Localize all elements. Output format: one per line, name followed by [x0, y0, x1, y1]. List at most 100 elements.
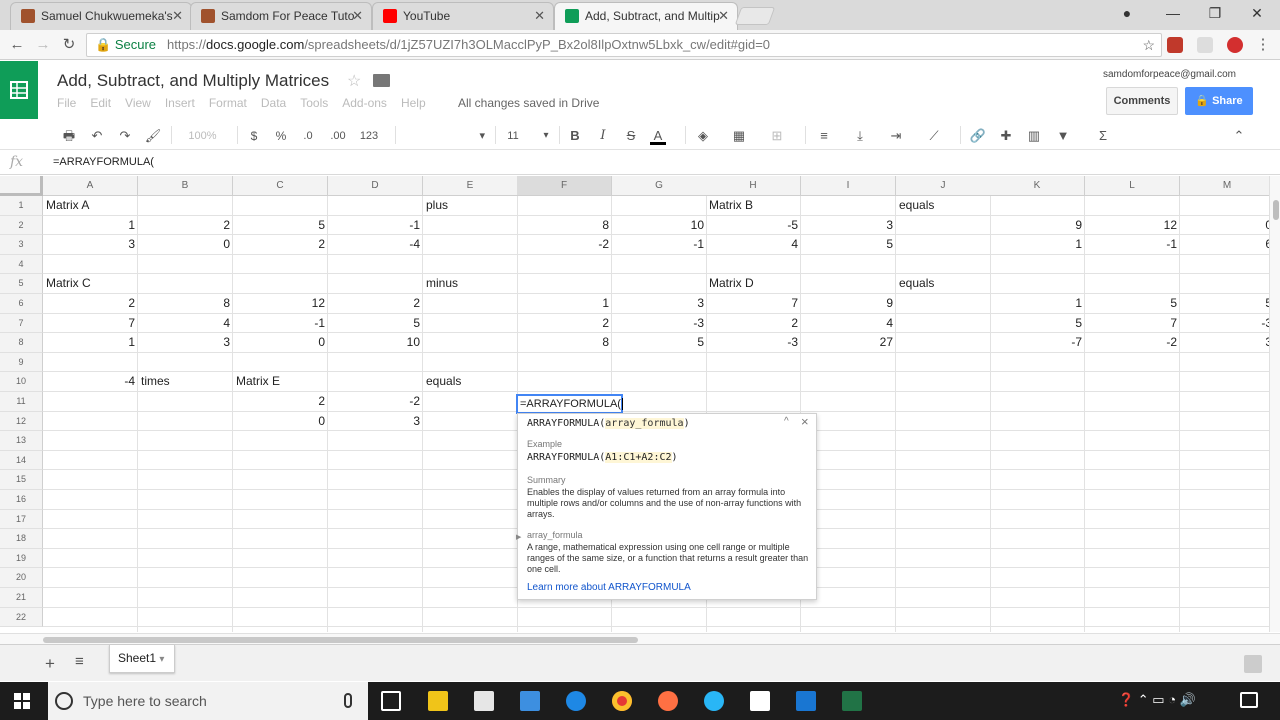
cell-c8[interactable]: 0	[233, 333, 328, 353]
horizontal-align-icon[interactable]: ≡	[815, 127, 833, 145]
column-header-k[interactable]: K	[990, 176, 1085, 196]
menu-tools[interactable]: Tools	[300, 96, 328, 110]
filter-icon[interactable]: ▼	[1054, 127, 1072, 145]
vertical-scrollbar[interactable]	[1269, 176, 1280, 632]
tab-close-icon[interactable]: ✕	[718, 3, 729, 29]
menu-data[interactable]: Data	[261, 96, 286, 110]
chrome-icon[interactable]	[612, 691, 632, 711]
cell-g2[interactable]: 10	[612, 216, 707, 236]
explore-icon[interactable]	[1244, 655, 1262, 673]
menu-file[interactable]: File	[57, 96, 76, 110]
cell-a1[interactable]: Matrix A	[43, 196, 138, 216]
strikethrough-button[interactable]: S	[623, 127, 639, 145]
extension-icon[interactable]	[1197, 37, 1213, 53]
cell-f7[interactable]: 2	[517, 314, 612, 334]
cell-b10[interactable]: times	[138, 372, 233, 392]
share-button[interactable]: 🔒 Share	[1185, 87, 1253, 115]
cell-a7[interactable]: 7	[43, 314, 138, 334]
close-window-button[interactable]: ✕	[1234, 0, 1280, 28]
cell-d11[interactable]: -2	[328, 392, 423, 412]
row-header-1[interactable]: 1	[0, 196, 43, 216]
column-header-c[interactable]: C	[233, 176, 328, 196]
cell-f2[interactable]: 8	[517, 216, 612, 236]
text-rotation-icon[interactable]: ⟋	[925, 127, 943, 145]
cell-l7[interactable]: 7	[1085, 314, 1180, 334]
browser-tab-2[interactable]: Samdom For Peace Tuto ✕	[190, 2, 372, 30]
row-header-7[interactable]: 7	[0, 313, 43, 334]
minimize-button[interactable]: —	[1150, 0, 1196, 28]
row-header-6[interactable]: 6	[0, 294, 43, 314]
menu-help[interactable]: Help	[401, 96, 426, 110]
cell-g7[interactable]: -3	[612, 314, 707, 334]
vertical-scroll-thumb[interactable]	[1273, 200, 1279, 220]
cell-c12[interactable]: 0	[233, 412, 328, 432]
star-icon[interactable]: ☆	[347, 71, 361, 91]
add-sheet-button[interactable]: +	[45, 654, 55, 674]
cell-d8[interactable]: 10	[328, 333, 423, 353]
font-family-select[interactable]: ▾	[405, 127, 485, 145]
edge-icon[interactable]	[566, 691, 586, 711]
row-header-14[interactable]: 14	[0, 450, 43, 471]
cell-h7[interactable]: 2	[706, 314, 801, 334]
cell-d3[interactable]: -4	[328, 235, 423, 255]
row-header-9[interactable]: 9	[0, 352, 43, 373]
sheet-tab-sheet1[interactable]: Sheet1 ▾	[109, 645, 175, 673]
cell-e5[interactable]: minus	[423, 274, 518, 294]
vertical-align-icon[interactable]: ⤓	[851, 127, 869, 145]
row-header-12[interactable]: 12	[0, 411, 43, 432]
cell-i6[interactable]: 9	[801, 294, 896, 314]
bookmark-star-icon[interactable]: ☆	[1142, 34, 1155, 56]
collapse-help-icon[interactable]: ^	[784, 416, 789, 427]
cell-l6[interactable]: 5	[1085, 294, 1180, 314]
restore-button[interactable]: ❐	[1192, 0, 1238, 28]
internet-explorer-icon[interactable]	[704, 691, 724, 711]
cell-g3[interactable]: -1	[612, 235, 707, 255]
merge-cells-icon[interactable]: ⊞	[768, 127, 786, 145]
sheets-logo-icon[interactable]	[0, 61, 38, 119]
row-header-18[interactable]: 18	[0, 529, 43, 549]
windows-start-icon[interactable]	[14, 693, 30, 709]
cell-c7[interactable]: -1	[233, 314, 328, 334]
percent-format-button[interactable]: %	[273, 127, 289, 145]
insert-comment-icon[interactable]: ✚	[997, 127, 1015, 145]
column-header-l[interactable]: L	[1085, 176, 1180, 196]
dropbox-icon[interactable]	[520, 691, 540, 711]
cell-j5[interactable]: equals	[896, 274, 991, 294]
column-header-g[interactable]: G	[612, 176, 707, 196]
row-header-4[interactable]: 4	[0, 254, 43, 275]
cell-f6[interactable]: 1	[517, 294, 612, 314]
cell-m6[interactable]: 5	[1180, 294, 1269, 314]
profile-icon[interactable]: ●	[1104, 0, 1150, 28]
row-header-22[interactable]: 22	[0, 607, 43, 628]
cell-d6[interactable]: 2	[328, 294, 423, 314]
notifications-icon[interactable]	[1240, 692, 1258, 708]
reload-button[interactable]: ↻	[58, 34, 80, 56]
functions-icon[interactable]: Σ	[1094, 127, 1112, 145]
address-bar[interactable]: 🔒 Secure https://docs.google.com/spreads…	[86, 33, 1162, 57]
decrease-decimals-button[interactable]: .0	[298, 127, 318, 145]
expand-arg-icon[interactable]: ▶	[516, 533, 521, 541]
cell-b7[interactable]: 4	[138, 314, 233, 334]
row-header-19[interactable]: 19	[0, 548, 43, 569]
column-header-j[interactable]: J	[896, 176, 991, 196]
store-icon[interactable]	[474, 691, 494, 711]
cell-h3[interactable]: 4	[706, 235, 801, 255]
column-header-d[interactable]: D	[328, 176, 423, 196]
tab-close-icon[interactable]: ✕	[534, 3, 545, 29]
italic-button[interactable]: I	[595, 127, 611, 145]
cell-k8[interactable]: -7	[990, 333, 1085, 353]
cell-m3[interactable]: 6	[1180, 235, 1269, 255]
tab-close-icon[interactable]: ✕	[172, 3, 183, 29]
cell-e1[interactable]: plus	[423, 196, 518, 216]
security-icon[interactable]	[796, 691, 816, 711]
cell-k3[interactable]: 1	[990, 235, 1085, 255]
column-header-f[interactable]: F	[517, 176, 612, 196]
excel-icon[interactable]	[842, 691, 862, 711]
sheet-tab-dropdown-icon[interactable]: ▾	[159, 654, 164, 665]
column-header-i[interactable]: I	[801, 176, 896, 196]
increase-decimals-button[interactable]: .00	[326, 127, 350, 145]
cell-b3[interactable]: 0	[138, 235, 233, 255]
cell-i8[interactable]: 27	[801, 333, 896, 353]
cell-b2[interactable]: 2	[138, 216, 233, 236]
cell-l8[interactable]: -2	[1085, 333, 1180, 353]
